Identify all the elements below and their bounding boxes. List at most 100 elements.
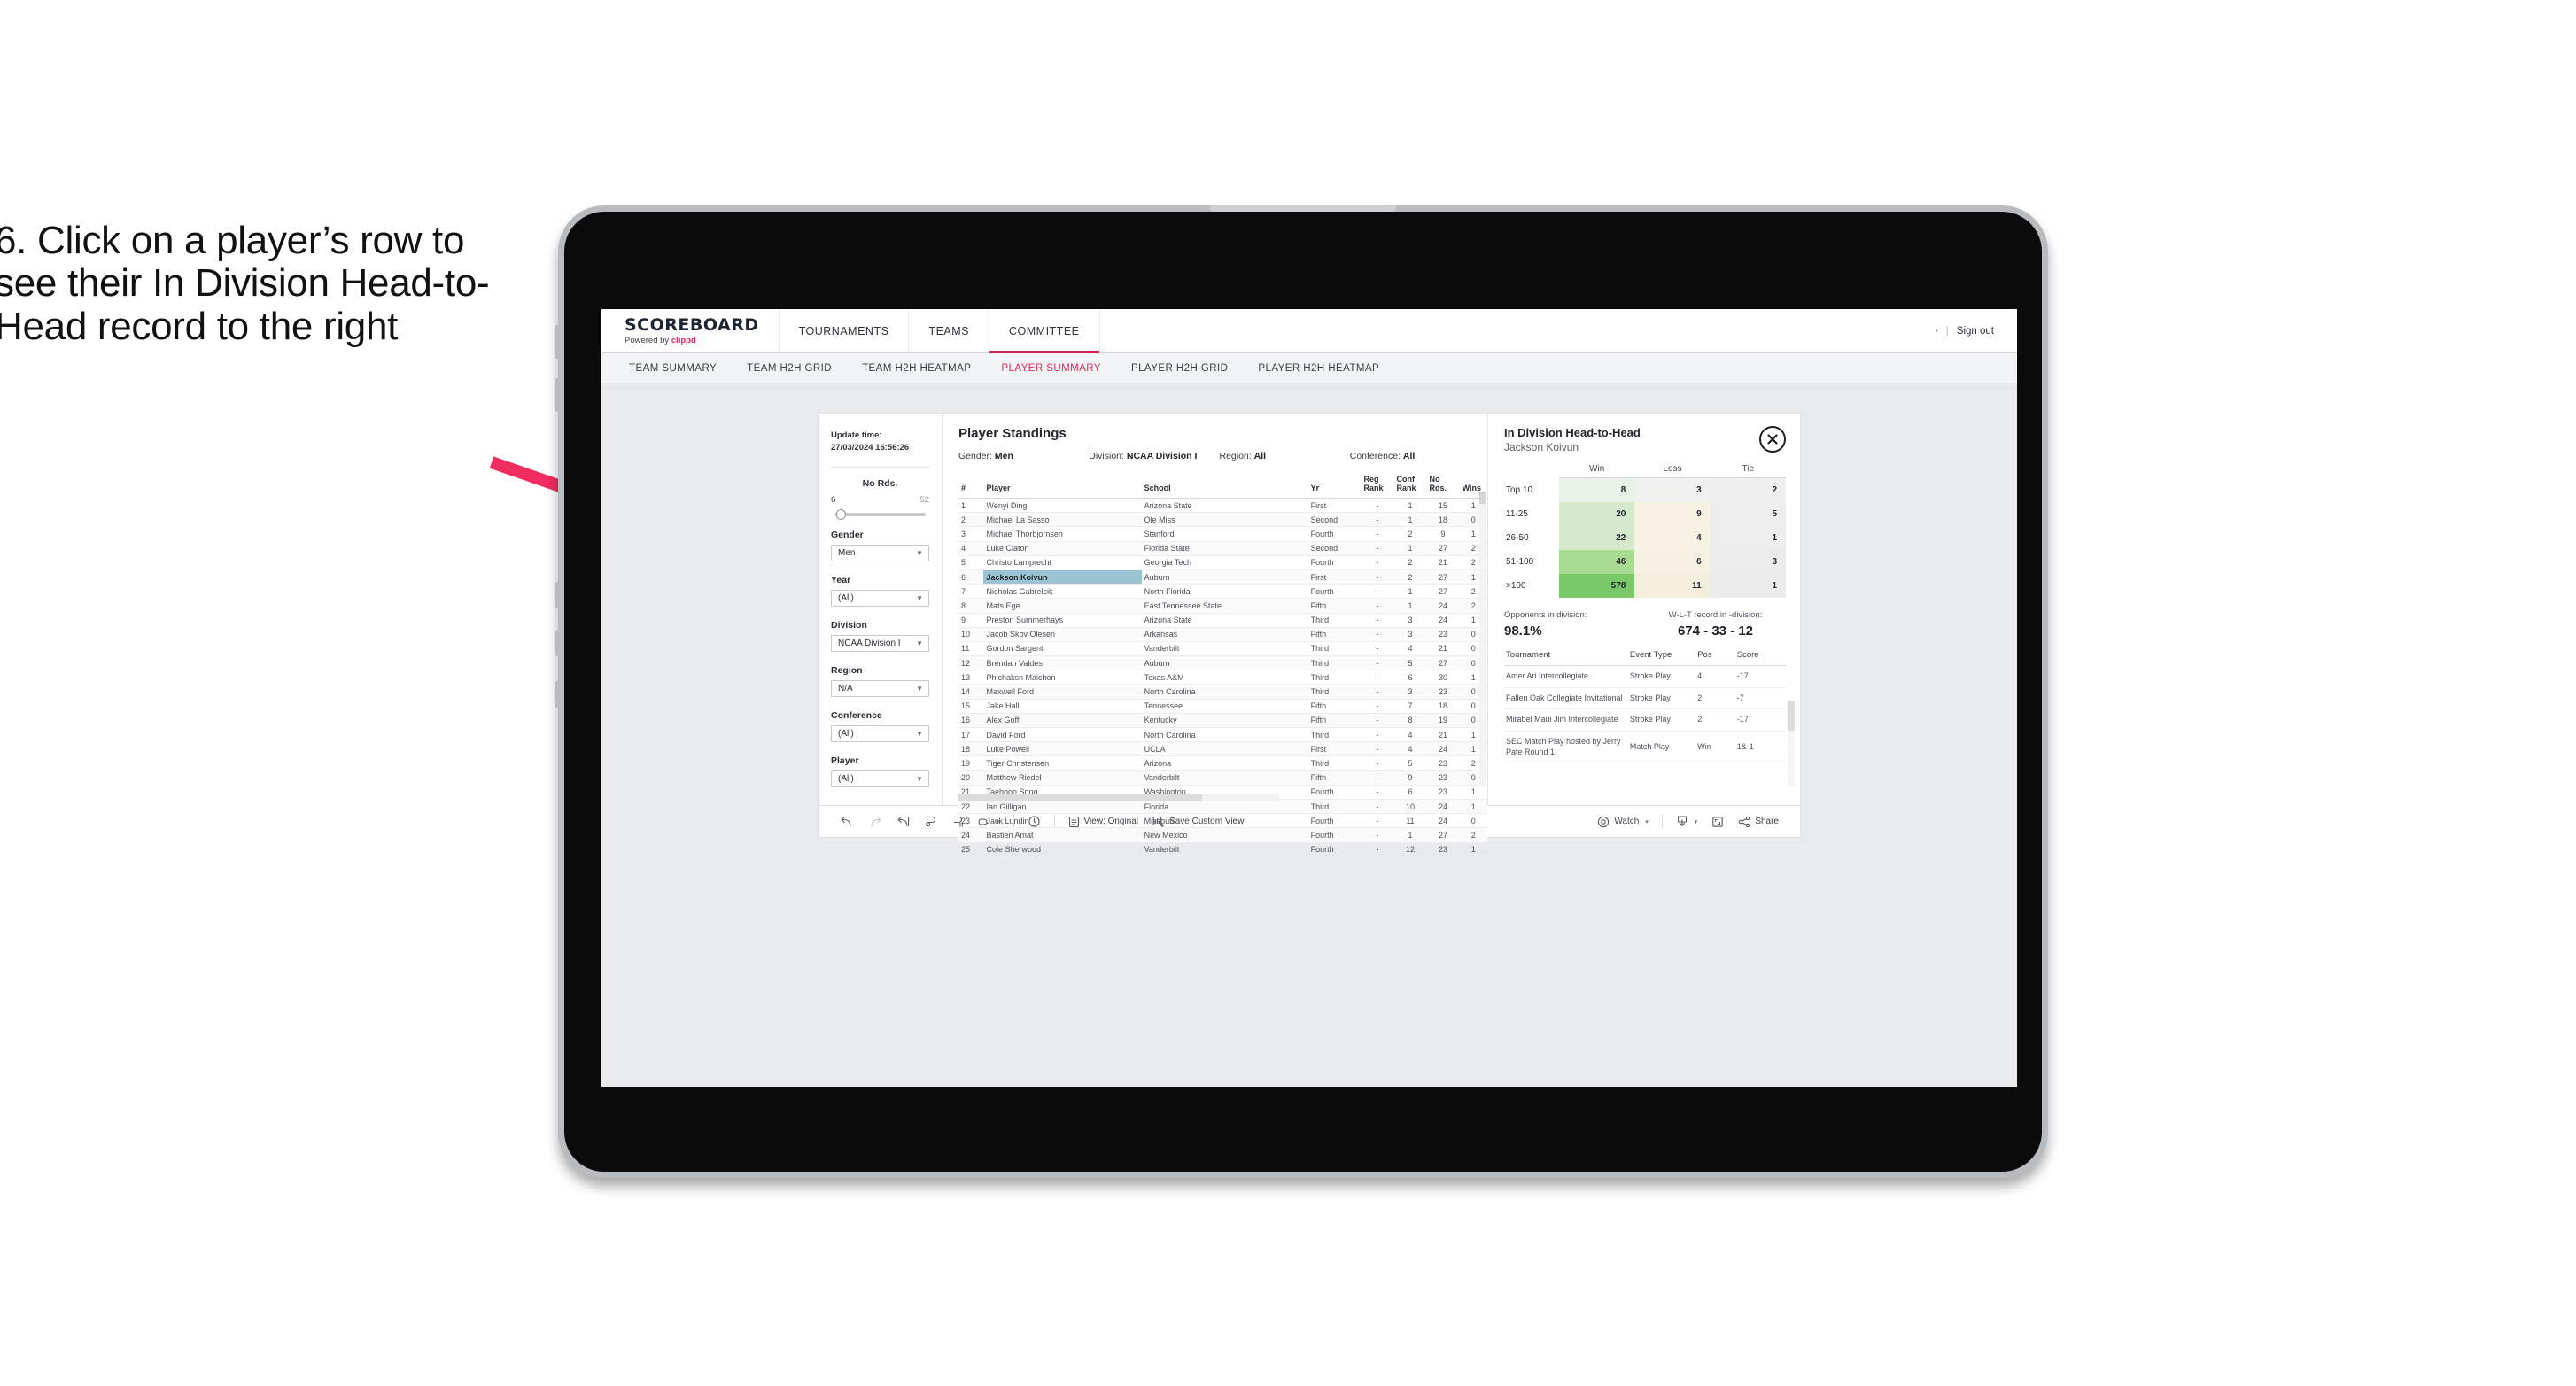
col-header-no-rds-l2: Rds.: [1429, 484, 1447, 492]
cell-no-rds: 24: [1426, 741, 1460, 757]
tournament-scrollbar-thumb[interactable]: [1788, 701, 1795, 731]
col-header-conf-rank[interactable]: Conf Rank: [1393, 472, 1427, 499]
tournament-header-row: Tournament Event Type Pos Score: [1504, 650, 1786, 666]
sign-out-link[interactable]: Sign out: [1957, 326, 1994, 337]
standings-vertical-scrollbar-thumb[interactable]: [1479, 492, 1486, 504]
tournament-scrollbar[interactable]: [1788, 701, 1795, 786]
cell-pos: 4: [1695, 665, 1735, 688]
undo-button[interactable]: [833, 816, 861, 828]
table-row[interactable]: 3 Michael Thorbjornsen Stanford Fourth -2 9 1: [958, 526, 1487, 542]
table-row[interactable]: 4 Luke Claton Florida State Second -1 27 2: [958, 541, 1487, 556]
cell-conf-rank: 1: [1393, 827, 1427, 843]
table-row[interactable]: 14 Maxwell Ford North Carolina Third -3 23 0: [958, 684, 1487, 700]
tcol-header-tournament[interactable]: Tournament: [1504, 650, 1628, 666]
redo-button[interactable]: [861, 816, 889, 828]
cell-school: Arizona State: [1141, 498, 1308, 514]
chevron-right-icon[interactable]: ›: [1935, 326, 1937, 336]
col-header-player[interactable]: Player: [983, 472, 1142, 499]
cell-wins: 2: [1459, 827, 1487, 843]
cell-score: -17: [1734, 708, 1786, 732]
table-row[interactable]: 2 Michael La Sasso Ole Miss Second -1 18 0: [958, 512, 1487, 528]
table-row[interactable]: 13 Phichaksn Maichon Texas A&M Third -6 30 1: [958, 670, 1487, 685]
tab-player-h2h-grid[interactable]: PLAYER H2H GRID: [1116, 363, 1243, 374]
standings-horizontal-scrollbar-thumb[interactable]: [958, 794, 1202, 801]
cell-player: Preston Summerhays: [983, 613, 1142, 628]
refresh-button[interactable]: [918, 815, 944, 828]
col-header-yr[interactable]: Yr: [1307, 472, 1362, 499]
share-button[interactable]: Share: [1731, 816, 1786, 828]
standings-horizontal-scrollbar[interactable]: [958, 794, 1279, 801]
tournament-head: Tournament Event Type Pos Score: [1504, 650, 1786, 666]
table-row[interactable]: 15 Jake Hall Tennessee Fifth -7 18 0: [958, 699, 1487, 714]
cell-rank: 20: [958, 770, 984, 786]
detail-player-name: Jackson Koivun: [1504, 441, 1579, 453]
tab-team-h2h-grid[interactable]: TEAM H2H GRID: [732, 363, 847, 374]
tournament-row[interactable]: Mirabel Maui Jim Intercollegiate Stroke P…: [1504, 708, 1786, 732]
no-rds-slider-track[interactable]: [834, 508, 926, 520]
cell-player: Luke Powell: [983, 741, 1142, 757]
tab-team-summary[interactable]: TEAM SUMMARY: [614, 363, 732, 374]
table-row[interactable]: 5 Christo Lamprecht Georgia Tech Fourth -2 21…: [958, 555, 1487, 570]
summary-division: Division: NCAA Division I: [1089, 451, 1219, 461]
nav-teams[interactable]: TEAMS: [908, 309, 989, 352]
table-row[interactable]: 8 Mats Ege East Tennessee State Fifth -1 24 2: [958, 598, 1487, 614]
table-row[interactable]: 7 Nicholas Gabrelcik North Florida Fourth -1…: [958, 584, 1487, 600]
close-icon[interactable]: [1759, 426, 1786, 453]
download-button[interactable]: ▾: [1669, 815, 1705, 828]
fullscreen-button[interactable]: [1704, 816, 1731, 828]
col-header-school[interactable]: School: [1141, 472, 1308, 499]
no-rds-slider-handle[interactable]: [836, 508, 846, 520]
table-row[interactable]: 24 Bastien Amat New Mexico Fourth -1 27 2: [958, 827, 1487, 843]
redo-icon: [868, 816, 882, 828]
table-row[interactable]: 10 Jacob Skov Olesen Arkansas Fifth -3 23 0: [958, 627, 1487, 642]
tournament-row[interactable]: SEC Match Play hosted by Jerry Pate Roun…: [1504, 731, 1786, 764]
cell-yr: Fifth: [1307, 713, 1362, 729]
table-row[interactable]: 18 Luke Powell UCLA First -4 24 1: [958, 741, 1487, 757]
table-row[interactable]: 17 David Ford North Carolina Third -4 21 1: [958, 727, 1487, 743]
table-row[interactable]: 19 Tiger Christensen Arizona Third -5 23 2: [958, 755, 1487, 771]
table-row[interactable]: 12 Brendan Valdes Auburn Third -5 27 0: [958, 655, 1487, 671]
tab-player-summary[interactable]: PLAYER SUMMARY: [986, 363, 1116, 374]
cell-pos: 2: [1695, 687, 1735, 710]
revert-button[interactable]: [889, 816, 918, 828]
col-header-rank[interactable]: #: [958, 472, 984, 499]
cell-yr: Third: [1307, 684, 1362, 700]
table-row[interactable]: 6 Jackson Koivun Auburn First -2 27 1: [958, 569, 1487, 585]
standings-head: # Player School Yr Reg Rank Conf Rank No…: [958, 472, 1487, 499]
watch-button[interactable]: Watch ▾: [1590, 816, 1655, 828]
nav-tournaments[interactable]: TOURNAMENTS: [778, 309, 909, 352]
tcol-header-score[interactable]: Score: [1734, 650, 1786, 666]
filter-rail: Update time: 27/03/2024 16:56:26 No Rds.…: [819, 414, 943, 805]
cell-school: Ole Miss: [1141, 512, 1308, 528]
table-row[interactable]: 16 Alex Goff Kentucky Fifth -8 19 0: [958, 713, 1487, 729]
cell-school: North Carolina: [1141, 727, 1308, 743]
table-row[interactable]: 11 Gordon Sargent Vanderbilt Third -4 21 0: [958, 641, 1487, 657]
filter-conference-select[interactable]: (All) ▼: [831, 724, 929, 742]
filter-gender-select[interactable]: Men ▼: [831, 544, 929, 561]
tab-player-h2h-heatmap[interactable]: PLAYER H2H HEATMAP: [1243, 363, 1394, 374]
tournament-row[interactable]: Fallen Oak Collegiate Invitational Stroke…: [1504, 687, 1786, 710]
tab-team-h2h-heatmap[interactable]: TEAM H2H HEATMAP: [847, 363, 986, 374]
table-row[interactable]: 1 Wenyi Ding Arizona State First -1 15 1: [958, 498, 1487, 514]
cell-player: Luke Claton: [983, 541, 1142, 556]
tcol-header-event-type[interactable]: Event Type: [1627, 650, 1696, 666]
cell-reg-rank: -: [1361, 727, 1394, 743]
filter-division-select[interactable]: NCAA Division I ▼: [831, 634, 929, 652]
cell-yr: Fourth: [1307, 785, 1362, 800]
standings-vertical-scrollbar[interactable]: [1479, 492, 1486, 787]
table-row[interactable]: 9 Preston Summerhays Arizona State Third -3 2…: [958, 613, 1487, 628]
col-header-no-rds[interactable]: No Rds.: [1426, 472, 1460, 499]
filter-year-select[interactable]: (All) ▼: [831, 589, 929, 607]
filter-division-value: NCAA Division I: [838, 638, 901, 648]
table-row[interactable]: 23 Jack Lundin Missouri Fourth -11 24 0: [958, 813, 1487, 829]
col-header-reg-rank[interactable]: Reg Rank: [1361, 472, 1394, 499]
table-row[interactable]: 25 Cole Sherwood Vanderbilt Fourth -12 23 1: [958, 842, 1487, 857]
tcol-header-pos[interactable]: Pos: [1695, 650, 1735, 666]
tournament-row[interactable]: Amer Ari Intercollegiate Stroke Play 4 -17: [1504, 665, 1786, 688]
nav-committee[interactable]: COMMITTEE: [989, 309, 1100, 353]
cell-player: Michael La Sasso: [983, 512, 1142, 528]
table-row[interactable]: 20 Matthew Riedel Vanderbilt Fifth -9 23 0: [958, 770, 1487, 786]
filter-region-select[interactable]: N/A ▼: [831, 679, 929, 697]
filter-player-select[interactable]: (All) ▼: [831, 770, 929, 787]
cell-conf-rank: 11: [1393, 813, 1427, 829]
